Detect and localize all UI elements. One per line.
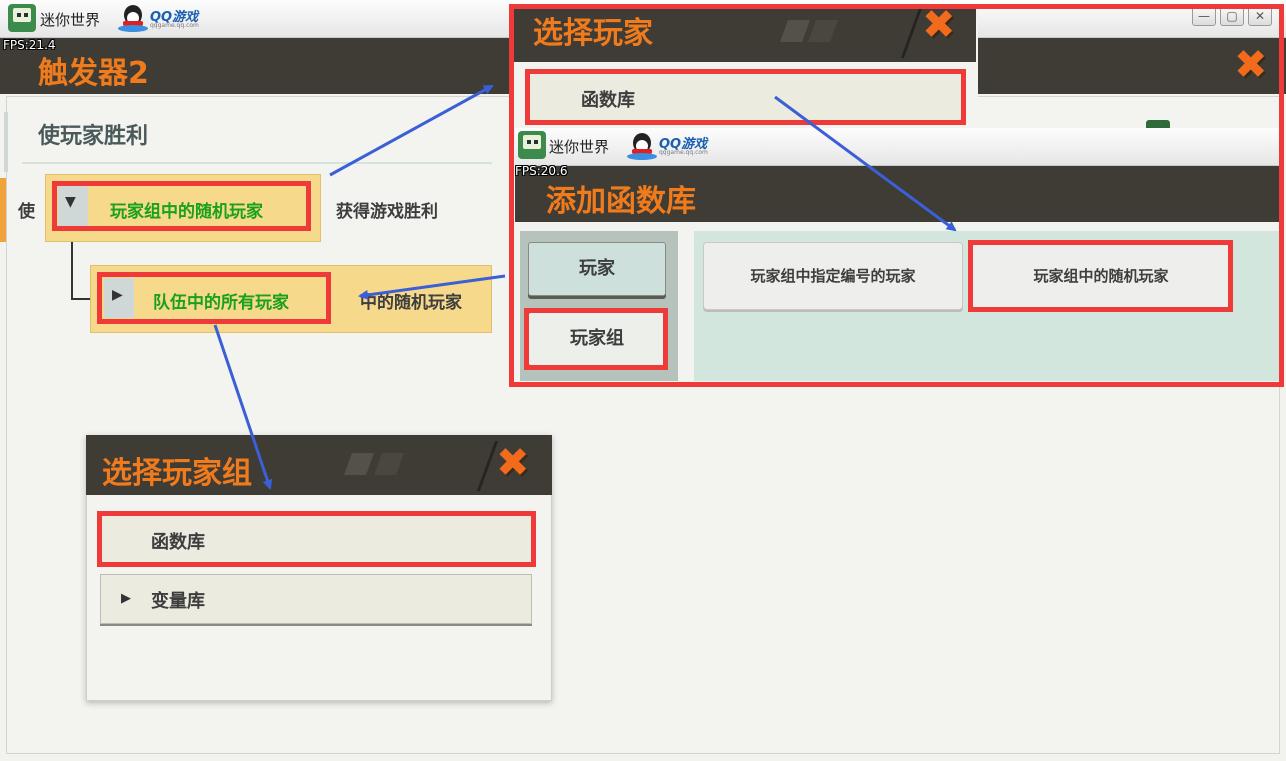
arrow-to-random-player bbox=[774, 95, 957, 232]
arrow-to-secondary-param bbox=[358, 274, 506, 300]
arrow-to-select-group bbox=[213, 324, 273, 490]
annotation-arrows bbox=[213, 84, 957, 490]
arrow-to-select-player bbox=[329, 84, 494, 177]
